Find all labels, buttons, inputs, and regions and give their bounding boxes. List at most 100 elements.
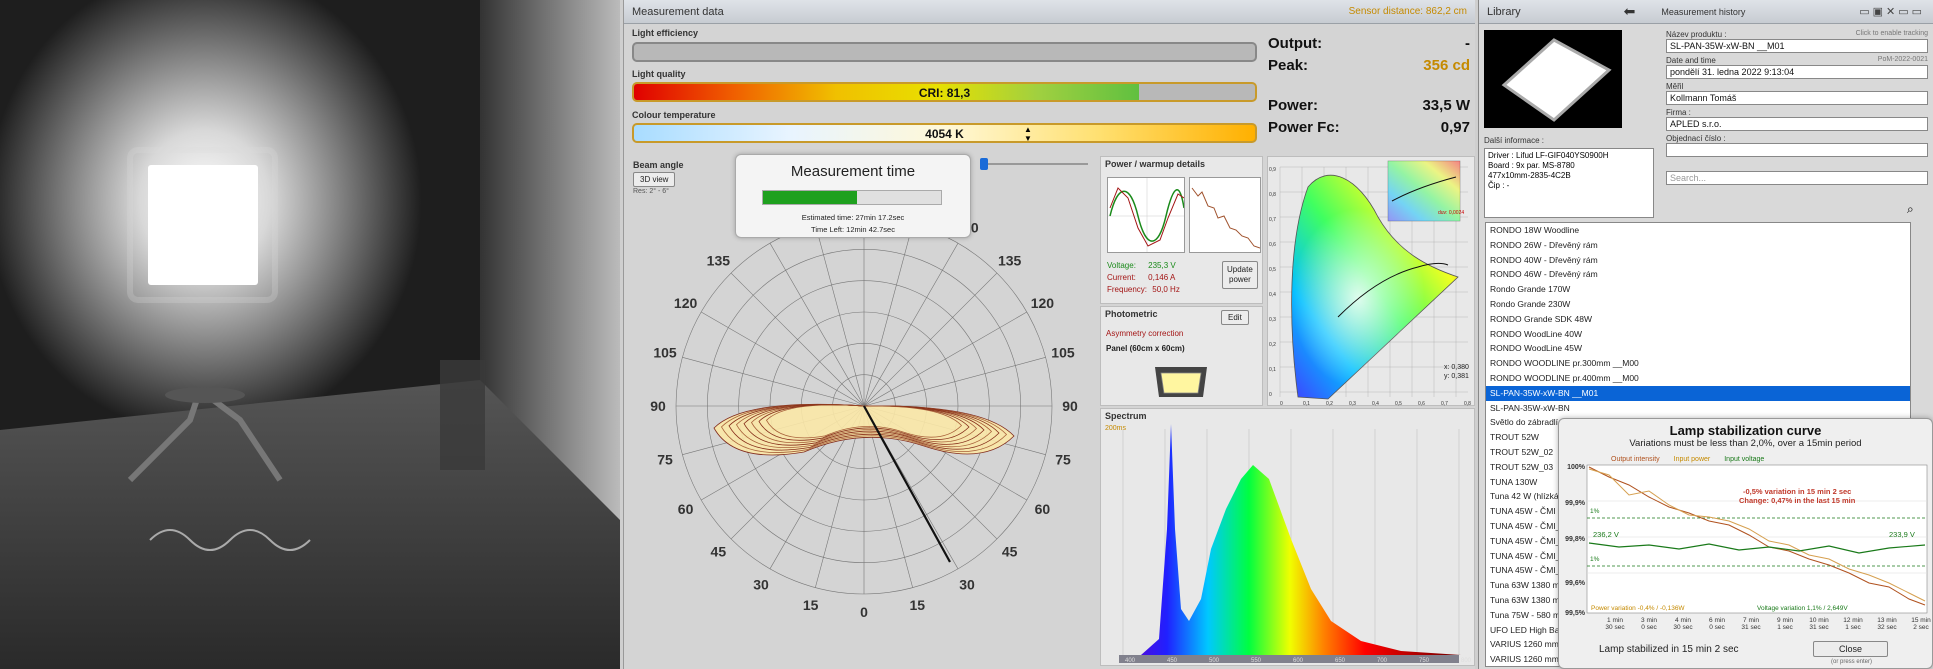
spectrum-xtick: 800 [1461, 658, 1472, 664]
polar-angle-label: 105 [1051, 345, 1075, 361]
date-code: PoM-2022-0021 [1877, 56, 1928, 63]
asymmetry-correction[interactable]: Asymmetry correction [1106, 329, 1183, 338]
product-label: Název produktu : [1666, 30, 1727, 39]
list-item[interactable]: Rondo Grande 230W [1486, 297, 1910, 312]
cie-ytick: 0,2 [1269, 342, 1276, 348]
list-item[interactable]: RONDO 46W - Dřevěný rám [1486, 267, 1910, 282]
cie-xtick: 0,8 [1464, 401, 1471, 407]
stab-ytick: 99,5% [1565, 610, 1586, 617]
cie-ytick: 0,5 [1269, 267, 1276, 273]
info-line-6: Čip : - [1488, 181, 1510, 190]
power-section: Power / warmup details Voltage: 235,3 V … [1100, 156, 1263, 304]
stab-xtick: 1 min [1607, 617, 1623, 624]
frequency-value: 50,0 Hz [1152, 285, 1180, 294]
product-field[interactable]: SL-PAN-35W-xW-BN __M01 [1666, 39, 1928, 53]
polar-spoke [682, 357, 865, 407]
stab-xtick: 6 min [1709, 617, 1725, 624]
stab-xtick: 1 sec [1777, 624, 1793, 631]
spectrum-xtick: 550 [1251, 658, 1262, 664]
polar-spoke [815, 224, 865, 407]
cie-xtick: 0,1 [1303, 401, 1310, 407]
measurement-time-popup: Measurement time Estimated time: 27min 1… [735, 154, 971, 238]
close-button[interactable]: Close [1813, 641, 1888, 657]
measurement-header: Measurement data Sensor distance: 862,2 … [624, 0, 1475, 24]
polar-angle-label: 30 [959, 576, 975, 592]
more-info-label: Další informace : [1484, 136, 1545, 145]
stab-xtick: 30 sec [1605, 624, 1625, 631]
cie-ytick: 0,8 [1269, 192, 1276, 198]
cie-ytick: 0,1 [1269, 367, 1276, 373]
back-arrow-icon[interactable]: ⬅ [1624, 3, 1636, 20]
cie-xtick: 0 [1280, 401, 1283, 407]
stab-ytick: 99,9% [1565, 500, 1586, 507]
stab-pct2: 1% [1590, 556, 1600, 563]
list-item[interactable]: RONDO 26W - Dřevěný rám [1486, 238, 1910, 253]
enable-tracking[interactable]: Click to enable tracking [1856, 30, 1928, 39]
stab-xtick: 0 sec [1641, 624, 1657, 631]
stab-xtick: 9 min [1777, 617, 1793, 624]
list-item[interactable]: RONDO WOODLINE pr.300mm __M00 [1486, 356, 1910, 371]
spectrum-xtick: 400 [1125, 658, 1136, 664]
list-item[interactable]: SL-PAN-35W-xW-BN [1486, 401, 1910, 416]
stab-xtick: 31 sec [1741, 624, 1761, 631]
measured-field[interactable]: Kollmann Tomáš [1666, 91, 1928, 105]
photometric-edit-button[interactable]: Edit [1221, 310, 1249, 325]
search-input[interactable]: Search... [1666, 171, 1928, 185]
voltage-label: Voltage: [1107, 261, 1136, 270]
current-value: 0,146 A [1148, 273, 1176, 282]
polar-angle-label: 15 [803, 597, 819, 613]
polar-angle-label: 45 [1002, 544, 1018, 560]
list-item[interactable]: RONDO 18W Woodline [1486, 223, 1910, 238]
stab-xtick: 31 sec [1809, 624, 1829, 631]
list-item[interactable]: RONDO 40W - Dřevěný rám [1486, 253, 1910, 268]
stats-block: Output: - Peak: 356 cd Power: 33,5 W Power … [1264, 32, 1474, 138]
company-field[interactable]: APLED s.r.o. [1666, 117, 1928, 131]
info-line-4: 477x10mm-2835-4C2B [1488, 171, 1571, 180]
toolbar-icons[interactable]: ▭▣✕▭▭ [1859, 5, 1925, 18]
cri-bar: CRI: 81,3 [632, 82, 1257, 102]
output-label: Output: [1268, 34, 1323, 52]
list-item[interactable]: RONDO WoodLine 40W [1486, 327, 1910, 342]
polar-angle-label: 30 [753, 576, 769, 592]
stab-subtitle: Variations must be less than 2,0%, over … [1629, 438, 1862, 449]
polar-angle-label: 135 [998, 252, 1022, 268]
list-item[interactable]: RONDO WoodLine 45W [1486, 341, 1910, 356]
power-title: Power / warmup details [1105, 159, 1206, 169]
library-header: Library ⬅ Measurement history ▭▣✕▭▭ [1479, 0, 1933, 24]
warmup-chart [1189, 177, 1261, 253]
power-label: Power: [1268, 96, 1319, 114]
powerfc-value: 0,97 [1440, 118, 1470, 136]
cct-marker: ▲ ▼ [1024, 125, 1032, 143]
cie-ytick: 0,3 [1269, 317, 1276, 323]
stab-xtick: 30 sec [1673, 624, 1693, 631]
spectrum-xtick: 600 [1293, 658, 1304, 664]
cie-xtick: 0,6 [1418, 401, 1425, 407]
cct-text: 4054 K [925, 127, 964, 141]
measured-label: Měřil [1666, 82, 1684, 91]
stab-ann1: -0,5% variation in 15 min 2 sec [1742, 487, 1852, 496]
photometric-section: Photometric Edit Asymmetry correction Pa… [1100, 306, 1263, 406]
stabilization-popup: Lamp stabilization curve Variations must… [1558, 418, 1933, 669]
date-field[interactable]: pondělí 31. ledna 2022 9:13:04 [1666, 65, 1928, 79]
more-info-box[interactable]: Driver : Lifud LF-GIF040YS0900H Board : … [1484, 148, 1654, 218]
output-value: - [1465, 34, 1470, 52]
list-item[interactable]: Rondo Grande 170W [1486, 282, 1910, 297]
list-item[interactable]: SL-PAN-35W-xW-BN __M01 [1486, 385, 1910, 401]
mtime-left: Time Left: 12min 42.7sec [811, 225, 895, 234]
polar-angle-label: 135 [707, 252, 731, 268]
polar-angle-label: 60 [1035, 501, 1051, 517]
measurement-panel: Measurement data Sensor distance: 862,2 … [623, 0, 1479, 669]
stab-ytick: 99,8% [1565, 536, 1586, 543]
lab-photo-image [0, 0, 620, 669]
stab-xtick: 7 min [1743, 617, 1759, 624]
spectrum-xtick: 750 [1419, 658, 1430, 664]
search-icon[interactable]: ⌕ [1907, 202, 1914, 217]
light-quality-label: Light quality [632, 69, 686, 79]
order-field[interactable] [1666, 143, 1928, 157]
polar-spoke [863, 272, 998, 407]
stab-xtick: 2 sec [1913, 624, 1929, 631]
list-item[interactable]: RONDO WOODLINE pr.400mm __M00 [1486, 371, 1910, 386]
stab-power-variation: Power variation -0,4% / -0,136W [1591, 605, 1685, 612]
update-power-button[interactable]: Update power [1222, 261, 1258, 289]
list-item[interactable]: RONDO Grande SDK 48W [1486, 312, 1910, 327]
